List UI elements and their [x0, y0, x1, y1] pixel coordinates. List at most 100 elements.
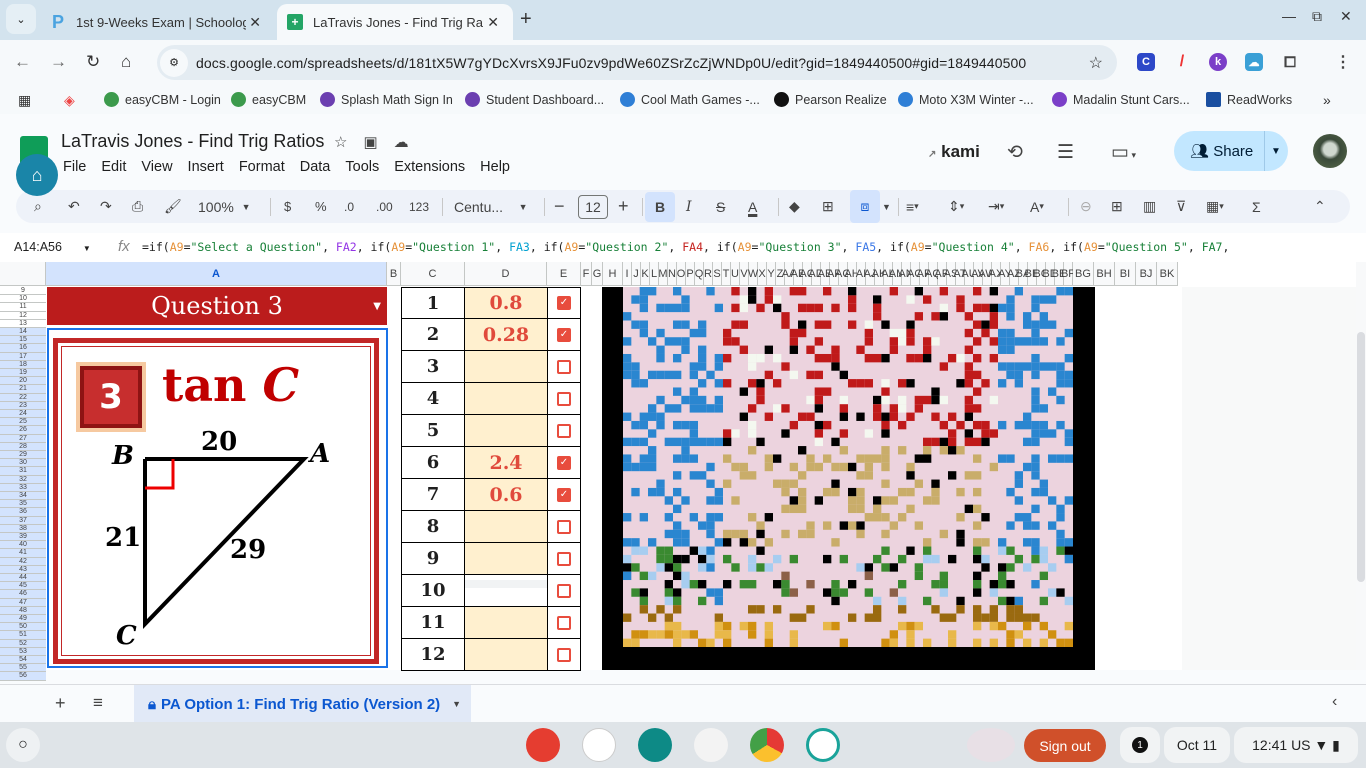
bookmark-item[interactable]: Moto X3M Winter -...	[898, 92, 1034, 107]
star-icon[interactable]: ☆	[334, 133, 347, 151]
more-formats-button[interactable]: 123	[409, 190, 429, 223]
column-header-h[interactable]: H	[603, 262, 623, 286]
row-header[interactable]: 21	[0, 385, 46, 394]
merge-dropdown-icon[interactable]: ▼	[882, 190, 891, 223]
slides-app-icon[interactable]	[638, 728, 672, 762]
column-header-f[interactable]: F	[581, 262, 592, 286]
row-header[interactable]: 42	[0, 557, 46, 566]
account-avatar[interactable]	[1313, 134, 1347, 168]
column-header-i[interactable]: I	[623, 262, 632, 286]
strikethrough-icon[interactable]: S	[716, 190, 725, 223]
tab-search-button[interactable]: ⌄	[6, 4, 36, 34]
url-text[interactable]: docs.google.com/spreadsheets/d/181tX5W7g…	[196, 55, 1026, 71]
name-box[interactable]: A14:A56 ▼	[14, 240, 91, 254]
minimize-icon[interactable]: —	[1282, 8, 1296, 24]
decrease-font-size-icon[interactable]: −	[554, 190, 565, 223]
zoom-select[interactable]: 100% ▼	[198, 190, 251, 223]
column-header-k[interactable]: K	[641, 262, 650, 286]
reload-icon[interactable]: ↻	[86, 52, 100, 72]
insert-chart-icon[interactable]: ▥	[1143, 190, 1156, 223]
fill-color-icon[interactable]: ◆	[789, 190, 800, 223]
row-header[interactable]: 33	[0, 483, 46, 492]
column-header-x[interactable]: X	[758, 262, 767, 286]
row-header[interactable]: 48	[0, 606, 46, 615]
answer-input[interactable]	[465, 415, 547, 447]
insert-link-icon[interactable]: ⊖	[1080, 190, 1092, 223]
menu-file[interactable]: File	[63, 159, 86, 175]
row-header[interactable]: 43	[0, 565, 46, 574]
column-header-d[interactable]: D	[465, 262, 547, 286]
column-header-q[interactable]: Q	[695, 262, 704, 286]
answer-input[interactable]	[465, 351, 547, 383]
row-header[interactable]: 9	[0, 287, 46, 296]
currency-format-button[interactable]: $	[284, 190, 291, 223]
row-header[interactable]: 54	[0, 656, 46, 665]
bookmark-item[interactable]: Pearson Realize	[774, 92, 887, 107]
undo-icon[interactable]: ↶	[68, 190, 80, 223]
meet-icon[interactable]: ▭ ▾	[1111, 141, 1136, 164]
row-header[interactable]: 39	[0, 533, 46, 542]
column-header-bf[interactable]: BF	[1061, 262, 1075, 286]
insert-comment-icon[interactable]: ⊞	[1111, 190, 1123, 223]
row-header[interactable]: 34	[0, 492, 46, 501]
font-size-input[interactable]: 12	[578, 194, 608, 219]
answer-input[interactable]	[465, 383, 547, 415]
cloud-status-icon[interactable]: ☁	[394, 133, 409, 151]
close-window-icon[interactable]: ✕	[1340, 8, 1352, 25]
chrome-icon[interactable]	[750, 728, 784, 762]
paint-format-icon[interactable]: 🖌︎	[164, 190, 182, 223]
status-area[interactable]: 12:41 US ▼ ▮	[1234, 727, 1358, 763]
sum-function-icon[interactable]: Σ	[1252, 190, 1261, 223]
bold-button[interactable]: B	[645, 191, 675, 222]
question-card-selection[interactable]: 3 tan C B A C 20 21 29	[47, 328, 388, 668]
row-header[interactable]: 38	[0, 524, 46, 533]
decrease-decimal-button[interactable]: .0	[344, 190, 354, 223]
new-tab-button[interactable]: +	[520, 8, 532, 31]
launcher-button[interactable]: ○	[6, 728, 40, 762]
column-header-t[interactable]: T	[722, 262, 731, 286]
column-header-r[interactable]: R	[704, 262, 713, 286]
vertical-scrollbar[interactable]	[1356, 262, 1366, 670]
column-header-bk[interactable]: BK	[1157, 262, 1178, 286]
row-header[interactable]: 25	[0, 418, 46, 427]
row-header[interactable]: 49	[0, 615, 46, 624]
row-header[interactable]: 52	[0, 639, 46, 648]
move-folder-icon[interactable]: ▣	[363, 133, 377, 151]
row-header[interactable]: 36	[0, 508, 46, 517]
close-tab-icon[interactable]: ✕	[487, 14, 499, 31]
row-header[interactable]: 14	[0, 328, 46, 337]
address-bar[interactable]: ⚙ docs.google.com/spreadsheets/d/181tX5W…	[157, 45, 1117, 80]
bookmark-star-icon[interactable]: ☆	[1089, 53, 1103, 73]
column-header-s[interactable]: S	[713, 262, 722, 286]
column-header-bi[interactable]: BI	[1115, 262, 1136, 286]
increase-decimal-button[interactable]: .00	[376, 190, 393, 223]
answer-input[interactable]: 0.6	[465, 479, 547, 511]
answer-input[interactable]	[465, 511, 547, 543]
column-header-o[interactable]: O	[677, 262, 686, 286]
column-header-p[interactable]: P	[686, 262, 695, 286]
column-header-c[interactable]: C	[401, 262, 465, 286]
bookmark-item[interactable]: Cool Math Games -...	[620, 92, 760, 107]
row-header[interactable]: 27	[0, 434, 46, 443]
site-info-icon[interactable]: ⚙	[160, 48, 188, 77]
row-header[interactable]: 13	[0, 319, 46, 328]
close-tab-icon[interactable]: ✕	[249, 14, 261, 31]
row-header[interactable]: 18	[0, 360, 46, 369]
browser-tab-sheets[interactable]: + LaTravis Jones - Find Trig Ratio ✕	[277, 4, 513, 40]
menu-tools[interactable]: Tools	[345, 159, 379, 175]
italic-button[interactable]: I	[686, 190, 692, 223]
row-header[interactable]: 55	[0, 664, 46, 673]
column-header-j[interactable]: J	[632, 262, 641, 286]
correct-checkbox[interactable]	[557, 615, 571, 630]
bookmark-item[interactable]: easyCBM	[231, 92, 306, 107]
column-header-bg[interactable]: BG	[1073, 262, 1094, 286]
restore-icon[interactable]: ⧉	[1312, 8, 1322, 25]
column-header-g[interactable]: G	[592, 262, 603, 286]
row-header[interactable]: 56	[0, 672, 46, 681]
row-header[interactable]: 12	[0, 311, 46, 320]
column-header-w[interactable]: W	[748, 262, 758, 286]
row-header[interactable]: 20	[0, 377, 46, 386]
menu-view[interactable]: View	[141, 159, 172, 175]
forward-icon[interactable]: →	[50, 52, 67, 72]
column-header-a[interactable]: A	[46, 262, 387, 286]
